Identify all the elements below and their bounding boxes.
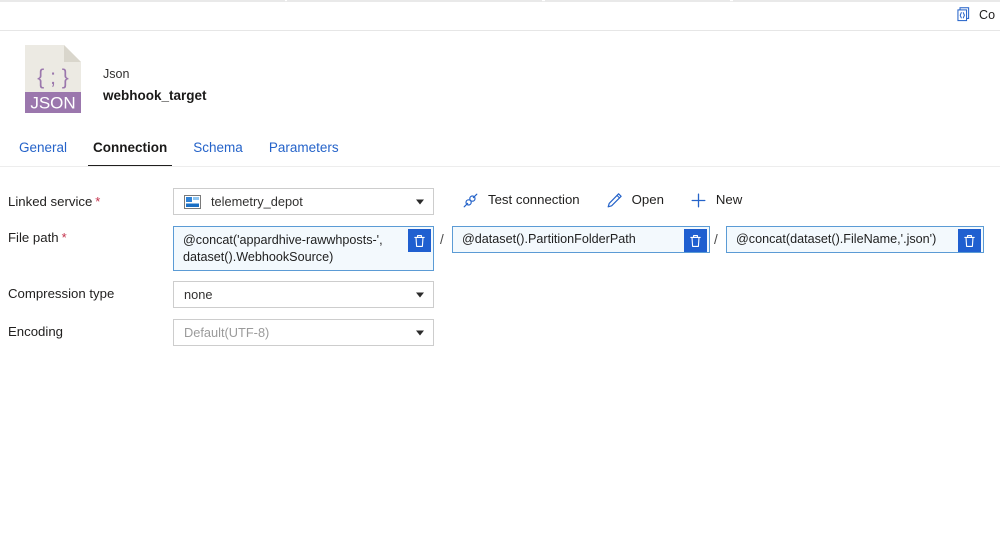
chevron-down-icon bbox=[416, 199, 424, 204]
compression-type-label: Compression type bbox=[8, 286, 115, 301]
file-path-filename-input[interactable]: @concat(dataset().FileName,'.json') bbox=[726, 226, 984, 253]
file-path-required-marker: * bbox=[61, 230, 67, 245]
file-path-separator-1: / bbox=[440, 232, 444, 247]
dataset-properties-panel: Co { ; } JSON Json webhook_target Genera… bbox=[0, 0, 1000, 548]
new-button[interactable]: New bbox=[690, 191, 742, 209]
chevron-down-icon bbox=[416, 292, 424, 297]
connection-actions: Test connection Open New bbox=[462, 191, 768, 209]
file-path-container-value: @concat('appardhive-rawwhposts-', datase… bbox=[183, 233, 383, 264]
test-connection-label: Test connection bbox=[488, 192, 580, 207]
test-connection-button[interactable]: Test connection bbox=[462, 191, 580, 209]
new-label: New bbox=[715, 192, 743, 207]
file-path-container-input[interactable]: @concat('appardhive-rawwhposts-', datase… bbox=[173, 226, 434, 271]
file-path-folder-value: @dataset().PartitionFolderPath bbox=[462, 232, 636, 247]
file-path-label: File path * bbox=[8, 230, 67, 245]
linked-service-value: telemetry_depot bbox=[211, 194, 303, 209]
linked-service-dropdown[interactable]: telemetry_depot bbox=[173, 188, 434, 215]
file-path-filename-delete-button[interactable] bbox=[958, 229, 981, 252]
file-path-folder-input[interactable]: @dataset().PartitionFolderPath bbox=[452, 226, 710, 253]
pencil-icon bbox=[606, 192, 632, 209]
encoding-label: Encoding bbox=[8, 324, 63, 339]
storage-account-icon bbox=[174, 194, 211, 209]
encoding-dropdown[interactable]: Default(UTF-8) bbox=[173, 319, 434, 346]
open-button[interactable]: Open bbox=[606, 191, 664, 209]
file-path-container-delete-button[interactable] bbox=[408, 229, 431, 252]
compression-type-dropdown[interactable]: none bbox=[173, 281, 434, 308]
linked-service-required-marker: * bbox=[95, 194, 101, 209]
compression-type-value: none bbox=[184, 287, 213, 302]
open-label: Open bbox=[631, 192, 664, 207]
plug-icon bbox=[462, 192, 488, 209]
connection-form: Linked service * telemetry_depot Test co… bbox=[0, 0, 1000, 548]
file-path-folder-delete-button[interactable] bbox=[684, 229, 707, 252]
chevron-down-icon bbox=[416, 330, 424, 335]
linked-service-label: Linked service * bbox=[8, 194, 101, 209]
plus-icon bbox=[690, 192, 716, 209]
file-path-separator-2: / bbox=[714, 232, 718, 247]
file-path-filename-value: @concat(dataset().FileName,'.json') bbox=[736, 232, 937, 247]
encoding-value: Default(UTF-8) bbox=[184, 325, 270, 340]
